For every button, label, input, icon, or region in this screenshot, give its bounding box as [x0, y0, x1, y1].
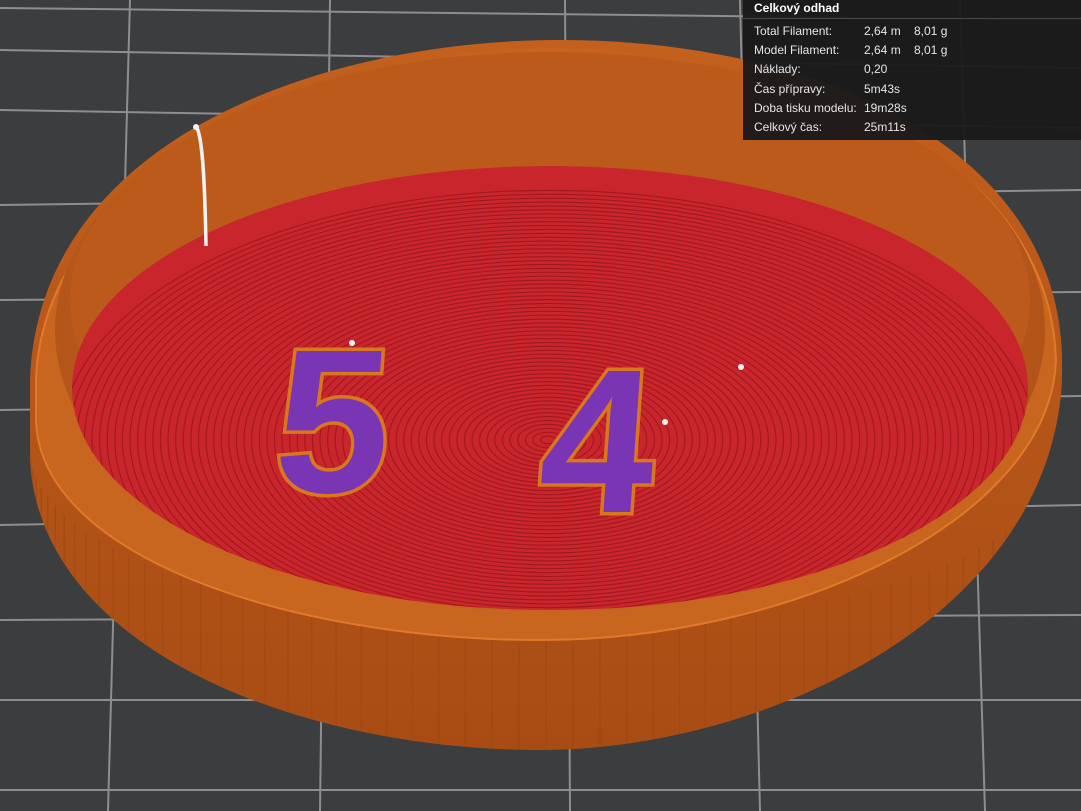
stats-list: Total Filament: 2,64 m 8,01 g Model Fila…: [743, 19, 1081, 137]
stats-row: Doba tisku modelu: 19m28s: [743, 99, 1081, 118]
embossed-digit: 5: [269, 307, 399, 536]
print-estimate-panel: Celkový odhad Total Filament: 2,64 m 8,0…: [743, 0, 1081, 140]
stats-label: Model Filament:: [754, 43, 840, 58]
embossed-digit: 4: [533, 327, 663, 556]
stats-row: Model Filament: 2,64 m 8,01 g: [743, 41, 1081, 60]
panel-title: Celkový odhad: [743, 0, 1081, 19]
stats-label: Doba tisku modelu:: [754, 100, 857, 115]
stats-value: 25m11s: [864, 119, 906, 134]
stats-row: Total Filament: 2,64 m 8,01 g: [743, 22, 1081, 41]
stats-label: Total Filament:: [754, 24, 833, 38]
stats-row: Celkový čas: 25m11s: [743, 118, 1081, 137]
stats-value: 2,64 m: [864, 43, 901, 58]
stats-row: Čas přípravy: 5m43s: [743, 80, 1081, 99]
stats-value-secondary: 8,01 g: [914, 24, 948, 38]
stats-value-secondary: 8,01 g: [914, 43, 948, 58]
stats-label: Čas přípravy:: [754, 81, 826, 96]
stats-label: Celkový čas:: [754, 119, 823, 134]
stats-label: Náklady:: [754, 62, 801, 77]
stats-value: 2,64 m: [864, 24, 901, 38]
stats-row: Náklady: 0,20: [743, 60, 1081, 79]
stats-value: 19m28s: [864, 100, 907, 115]
stats-value: 5m43s: [864, 81, 901, 96]
stats-value: 0,20: [864, 62, 888, 77]
